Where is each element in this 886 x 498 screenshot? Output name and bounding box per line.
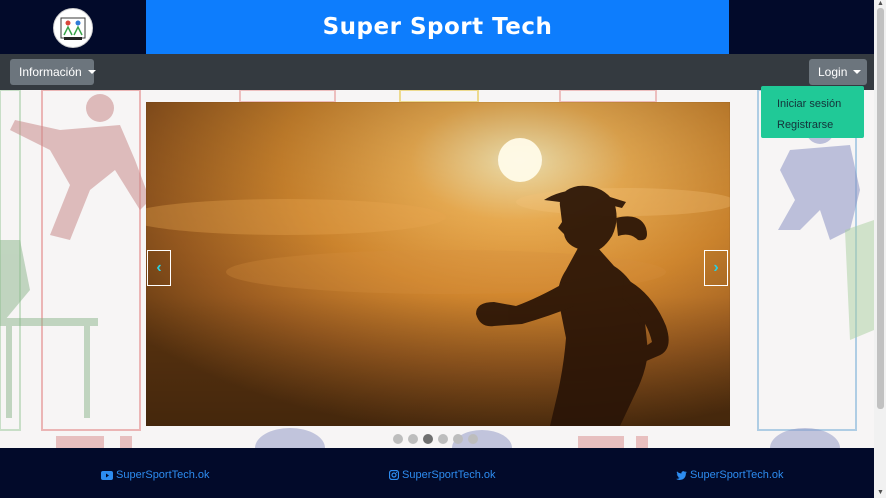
info-button-label: Información <box>19 65 82 79</box>
carousel-next-button[interactable]: › <box>704 250 728 286</box>
site-header: Super Sport Tech <box>0 0 874 54</box>
caret-down-icon <box>853 70 862 74</box>
image-carousel[interactable] <box>146 102 730 426</box>
scrollbar-thumb[interactable] <box>877 8 884 409</box>
youtube-icon <box>101 470 113 480</box>
instagram-link[interactable]: SuperSportTech.ok <box>389 469 496 481</box>
scroll-up-arrow-icon[interactable]: ▲ <box>877 0 884 7</box>
title-banner: Super Sport Tech <box>146 0 729 54</box>
carousel-indicator[interactable] <box>393 434 403 444</box>
login-menu-item[interactable]: Iniciar sesión <box>761 94 864 115</box>
carousel-indicator[interactable] <box>468 434 478 444</box>
twitter-link[interactable]: SuperSportTech.ok <box>676 469 784 481</box>
login-button-label: Login <box>818 65 848 79</box>
carousel-indicators <box>393 434 478 444</box>
navbar: Información Login <box>0 54 874 90</box>
chevron-right-icon: › <box>713 259 719 276</box>
carousel-indicator[interactable] <box>453 434 463 444</box>
site-footer: SuperSportTech.ok SuperSportTech.ok Supe… <box>0 448 874 498</box>
register-menu-item[interactable]: Registrarse <box>761 115 864 136</box>
scroll-down-arrow-icon[interactable]: ▼ <box>877 489 884 496</box>
carousel-indicator[interactable] <box>408 434 418 444</box>
youtube-link-label: SuperSportTech.ok <box>116 469 210 481</box>
instagram-icon <box>389 470 399 480</box>
carousel-indicator-active[interactable] <box>423 434 433 444</box>
twitter-link-label: SuperSportTech.ok <box>690 469 784 481</box>
twitter-icon <box>676 470 687 480</box>
site-title: Super Sport Tech <box>322 14 553 40</box>
login-dropdown-menu: Iniciar sesión Registrarse <box>761 86 864 138</box>
runner-sunset-image <box>146 102 730 426</box>
info-dropdown-button[interactable]: Información <box>10 59 96 85</box>
sport-logo-icon <box>55 10 91 46</box>
login-dropdown-button[interactable]: Login <box>809 59 867 85</box>
chevron-left-icon: ‹ <box>156 259 162 276</box>
instagram-link-label: SuperSportTech.ok <box>402 469 496 481</box>
carousel-prev-button[interactable]: ‹ <box>147 250 171 286</box>
youtube-link[interactable]: SuperSportTech.ok <box>101 469 210 481</box>
site-logo[interactable] <box>53 8 93 48</box>
carousel-indicator[interactable] <box>438 434 448 444</box>
caret-down-icon <box>87 70 96 74</box>
